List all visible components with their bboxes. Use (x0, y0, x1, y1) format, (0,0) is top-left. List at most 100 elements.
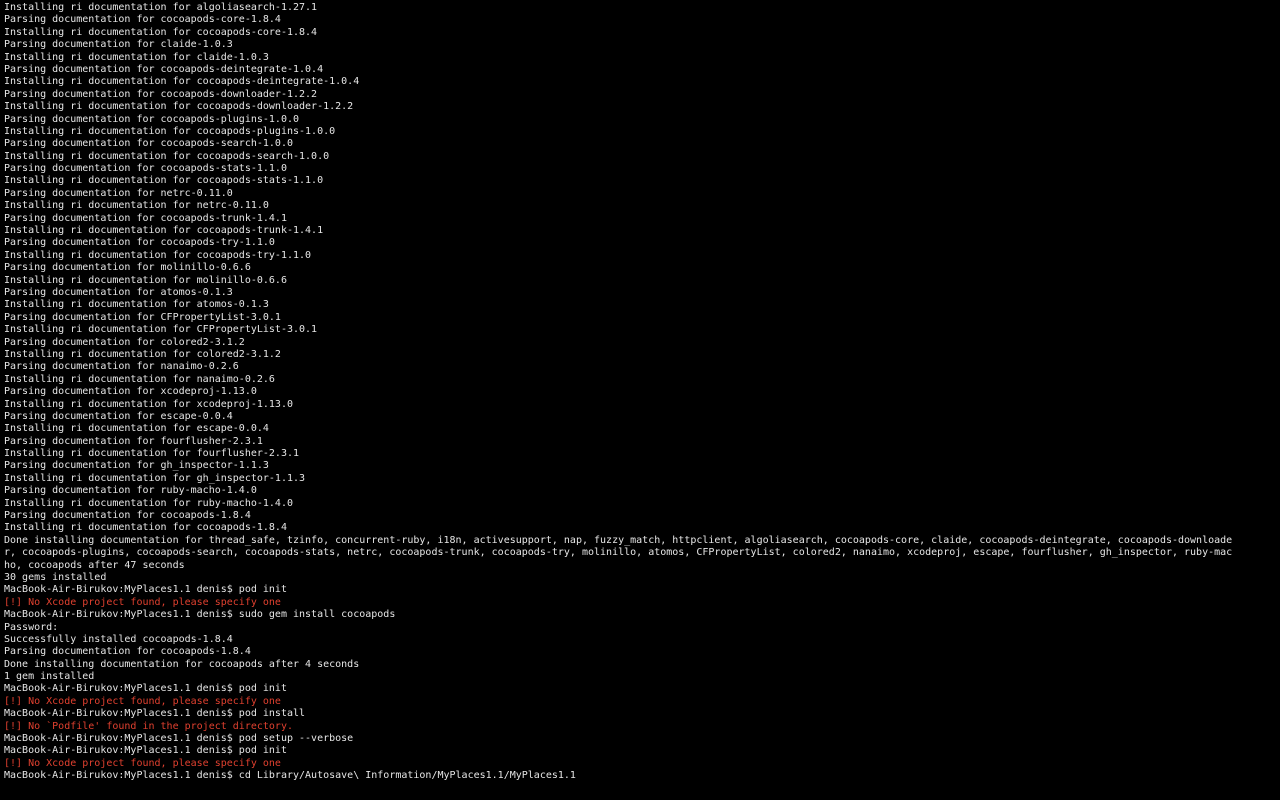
line-text: Installing ri documentation for cocoapod… (4, 249, 312, 261)
line-text: [!] No Xcode project found, please speci… (4, 757, 281, 769)
output-line: Installing ri documentation for CFProper… (4, 324, 1276, 336)
line-text: Parsing documentation for cocoapods-1.8.… (4, 510, 251, 522)
prompt-line: Password: (4, 622, 1276, 634)
output-line: Successfully installed cocoapods-1.8.4 (4, 634, 1276, 646)
line-text: Parsing documentation for cocoapods-try-… (4, 237, 275, 249)
output-line: Parsing documentation for cocoapods-down… (4, 89, 1276, 101)
terminal-window[interactable]: Installing ri documentation for algolias… (0, 0, 1280, 800)
output-line: Parsing documentation for cocoapods-sear… (4, 138, 1276, 150)
line-text: Parsing documentation for escape-0.0.4 (4, 410, 233, 422)
line-text: Parsing documentation for cocoapods-sear… (4, 138, 293, 150)
line-text: Parsing documentation for cocoapods-down… (4, 88, 318, 100)
line-text: MacBook-Air-Birukov:MyPlaces1.1 denis$ p… (4, 683, 287, 695)
output-line: Installing ri documentation for gh_inspe… (4, 473, 1276, 485)
line-text: Parsing documentation for atomos-0.1.3 (4, 286, 233, 298)
line-text: Installing ri documentation for atomos-0… (4, 299, 269, 311)
line-text: Installing ri documentation for nanaimo-… (4, 373, 275, 385)
line-text: Installing ri documentation for cocoapod… (4, 125, 336, 137)
line-text: Parsing documentation for xcodeproj-1.13… (4, 386, 257, 398)
line-text: Installing ri documentation for fourflus… (4, 448, 300, 460)
output-line: Parsing documentation for claide-1.0.3 (4, 39, 1276, 51)
output-line: Installing ri documentation for molinill… (4, 275, 1276, 287)
output-line: Installing ri documentation for cocoapod… (4, 27, 1276, 39)
prompt-line: MacBook-Air-Birukov:MyPlaces1.1 denis$ c… (4, 770, 1276, 782)
error-line: [!] No `Podfile' found in the project di… (4, 721, 1276, 733)
error-line: [!] No Xcode project found, please speci… (4, 758, 1276, 770)
line-text: MacBook-Air-Birukov:MyPlaces1.1 denis$ p… (4, 733, 354, 745)
line-text: Installing ri documentation for cocoapod… (4, 150, 330, 162)
output-line: Installing ri documentation for ruby-mac… (4, 498, 1276, 510)
line-text: Installing ri documentation for molinill… (4, 274, 287, 286)
output-line: Parsing documentation for cocoapods-1.8.… (4, 510, 1276, 522)
line-text: 30 gems installed (4, 571, 107, 583)
output-line: Installing ri documentation for colored2… (4, 349, 1276, 361)
output-line: Parsing documentation for cocoapods-core… (4, 14, 1276, 26)
line-text: Installing ri documentation for xcodepro… (4, 398, 293, 410)
output-line: Parsing documentation for nanaimo-0.2.6 (4, 361, 1276, 373)
output-line: Parsing documentation for cocoapods-try-… (4, 237, 1276, 249)
line-text: [!] No Xcode project found, please speci… (4, 695, 281, 707)
output-line: Installing ri documentation for claide-1… (4, 52, 1276, 64)
output-line: ho, cocoapods after 47 seconds (4, 560, 1276, 572)
prompt-line: MacBook-Air-Birukov:MyPlaces1.1 denis$ p… (4, 683, 1276, 695)
output-line: Parsing documentation for cocoapods-trun… (4, 213, 1276, 225)
line-text: Parsing documentation for netrc-0.11.0 (4, 187, 233, 199)
output-line: Parsing documentation for cocoapods-1.8.… (4, 646, 1276, 658)
line-text: MacBook-Air-Birukov:MyPlaces1.1 denis$ p… (4, 745, 287, 757)
line-text: MacBook-Air-Birukov:MyPlaces1.1 denis$ p… (4, 708, 306, 720)
output-line: Installing ri documentation for cocoapod… (4, 175, 1276, 187)
line-text: Successfully installed cocoapods-1.8.4 (4, 633, 233, 645)
output-line: Parsing documentation for netrc-0.11.0 (4, 188, 1276, 200)
prompt-line: MacBook-Air-Birukov:MyPlaces1.1 denis$ s… (4, 609, 1276, 621)
output-line: Installing ri documentation for fourflus… (4, 448, 1276, 460)
output-line: Installing ri documentation for algolias… (4, 2, 1276, 14)
line-text: Parsing documentation for cocoapods-trun… (4, 212, 287, 224)
line-text: Installing ri documentation for CFProper… (4, 324, 318, 336)
output-line: Parsing documentation for atomos-0.1.3 (4, 287, 1276, 299)
line-text: Parsing documentation for CFPropertyList… (4, 311, 281, 323)
line-text: MacBook-Air-Birukov:MyPlaces1.1 denis$ s… (4, 609, 396, 621)
line-text: Parsing documentation for cocoapods-stat… (4, 163, 287, 175)
line-text: Done installing documentation for cocoap… (4, 658, 360, 670)
terminal-output[interactable]: Installing ri documentation for algolias… (4, 2, 1276, 783)
line-text: ho, cocoapods after 47 seconds (4, 559, 185, 571)
line-text: Parsing documentation for colored2-3.1.2 (4, 336, 245, 348)
line-text: Parsing documentation for cocoapods-1.8.… (4, 646, 251, 658)
line-text: Installing ri documentation for claide-1… (4, 51, 269, 63)
line-text: Installing ri documentation for algolias… (4, 2, 318, 13)
output-line: Parsing documentation for cocoapods-plug… (4, 114, 1276, 126)
line-text: 1 gem installed (4, 671, 95, 683)
line-text: Parsing documentation for molinillo-0.6.… (4, 262, 251, 274)
line-text: Done installing documentation for thread… (4, 534, 1233, 546)
line-text: Installing ri documentation for cocoapod… (4, 225, 324, 237)
line-text: Installing ri documentation for gh_inspe… (4, 472, 306, 484)
output-line: Installing ri documentation for atomos-0… (4, 299, 1276, 311)
output-line: 30 gems installed (4, 572, 1276, 584)
line-text: Installing ri documentation for netrc-0.… (4, 200, 269, 212)
output-line: Installing ri documentation for cocoapod… (4, 250, 1276, 262)
output-line: Parsing documentation for cocoapods-dein… (4, 64, 1276, 76)
output-line: Installing ri documentation for cocoapod… (4, 522, 1276, 534)
output-line: Parsing documentation for gh_inspector-1… (4, 460, 1276, 472)
output-line: Parsing documentation for xcodeproj-1.13… (4, 386, 1276, 398)
line-text: Installing ri documentation for escape-0… (4, 423, 269, 435)
output-line: Done installing documentation for cocoap… (4, 659, 1276, 671)
line-text: Parsing documentation for cocoapods-core… (4, 14, 281, 26)
output-line: Installing ri documentation for cocoapod… (4, 101, 1276, 113)
output-line: r, cocoapods-plugins, cocoapods-search, … (4, 547, 1276, 559)
output-line: Installing ri documentation for cocoapod… (4, 225, 1276, 237)
output-line: Installing ri documentation for cocoapod… (4, 151, 1276, 163)
output-line: Installing ri documentation for cocoapod… (4, 76, 1276, 88)
prompt-line: MacBook-Air-Birukov:MyPlaces1.1 denis$ p… (4, 745, 1276, 757)
error-line: [!] No Xcode project found, please speci… (4, 696, 1276, 708)
output-line: Installing ri documentation for escape-0… (4, 423, 1276, 435)
line-text: Installing ri documentation for cocoapod… (4, 522, 287, 534)
output-line: Parsing documentation for fourflusher-2.… (4, 436, 1276, 448)
prompt-line: MacBook-Air-Birukov:MyPlaces1.1 denis$ p… (4, 584, 1276, 596)
line-text: Installing ri documentation for cocoapod… (4, 26, 318, 38)
output-line: Parsing documentation for escape-0.0.4 (4, 411, 1276, 423)
output-line: Installing ri documentation for nanaimo-… (4, 374, 1276, 386)
output-line: Parsing documentation for molinillo-0.6.… (4, 262, 1276, 274)
output-line: Parsing documentation for colored2-3.1.2 (4, 337, 1276, 349)
line-text: Parsing documentation for cocoapods-plug… (4, 113, 300, 125)
